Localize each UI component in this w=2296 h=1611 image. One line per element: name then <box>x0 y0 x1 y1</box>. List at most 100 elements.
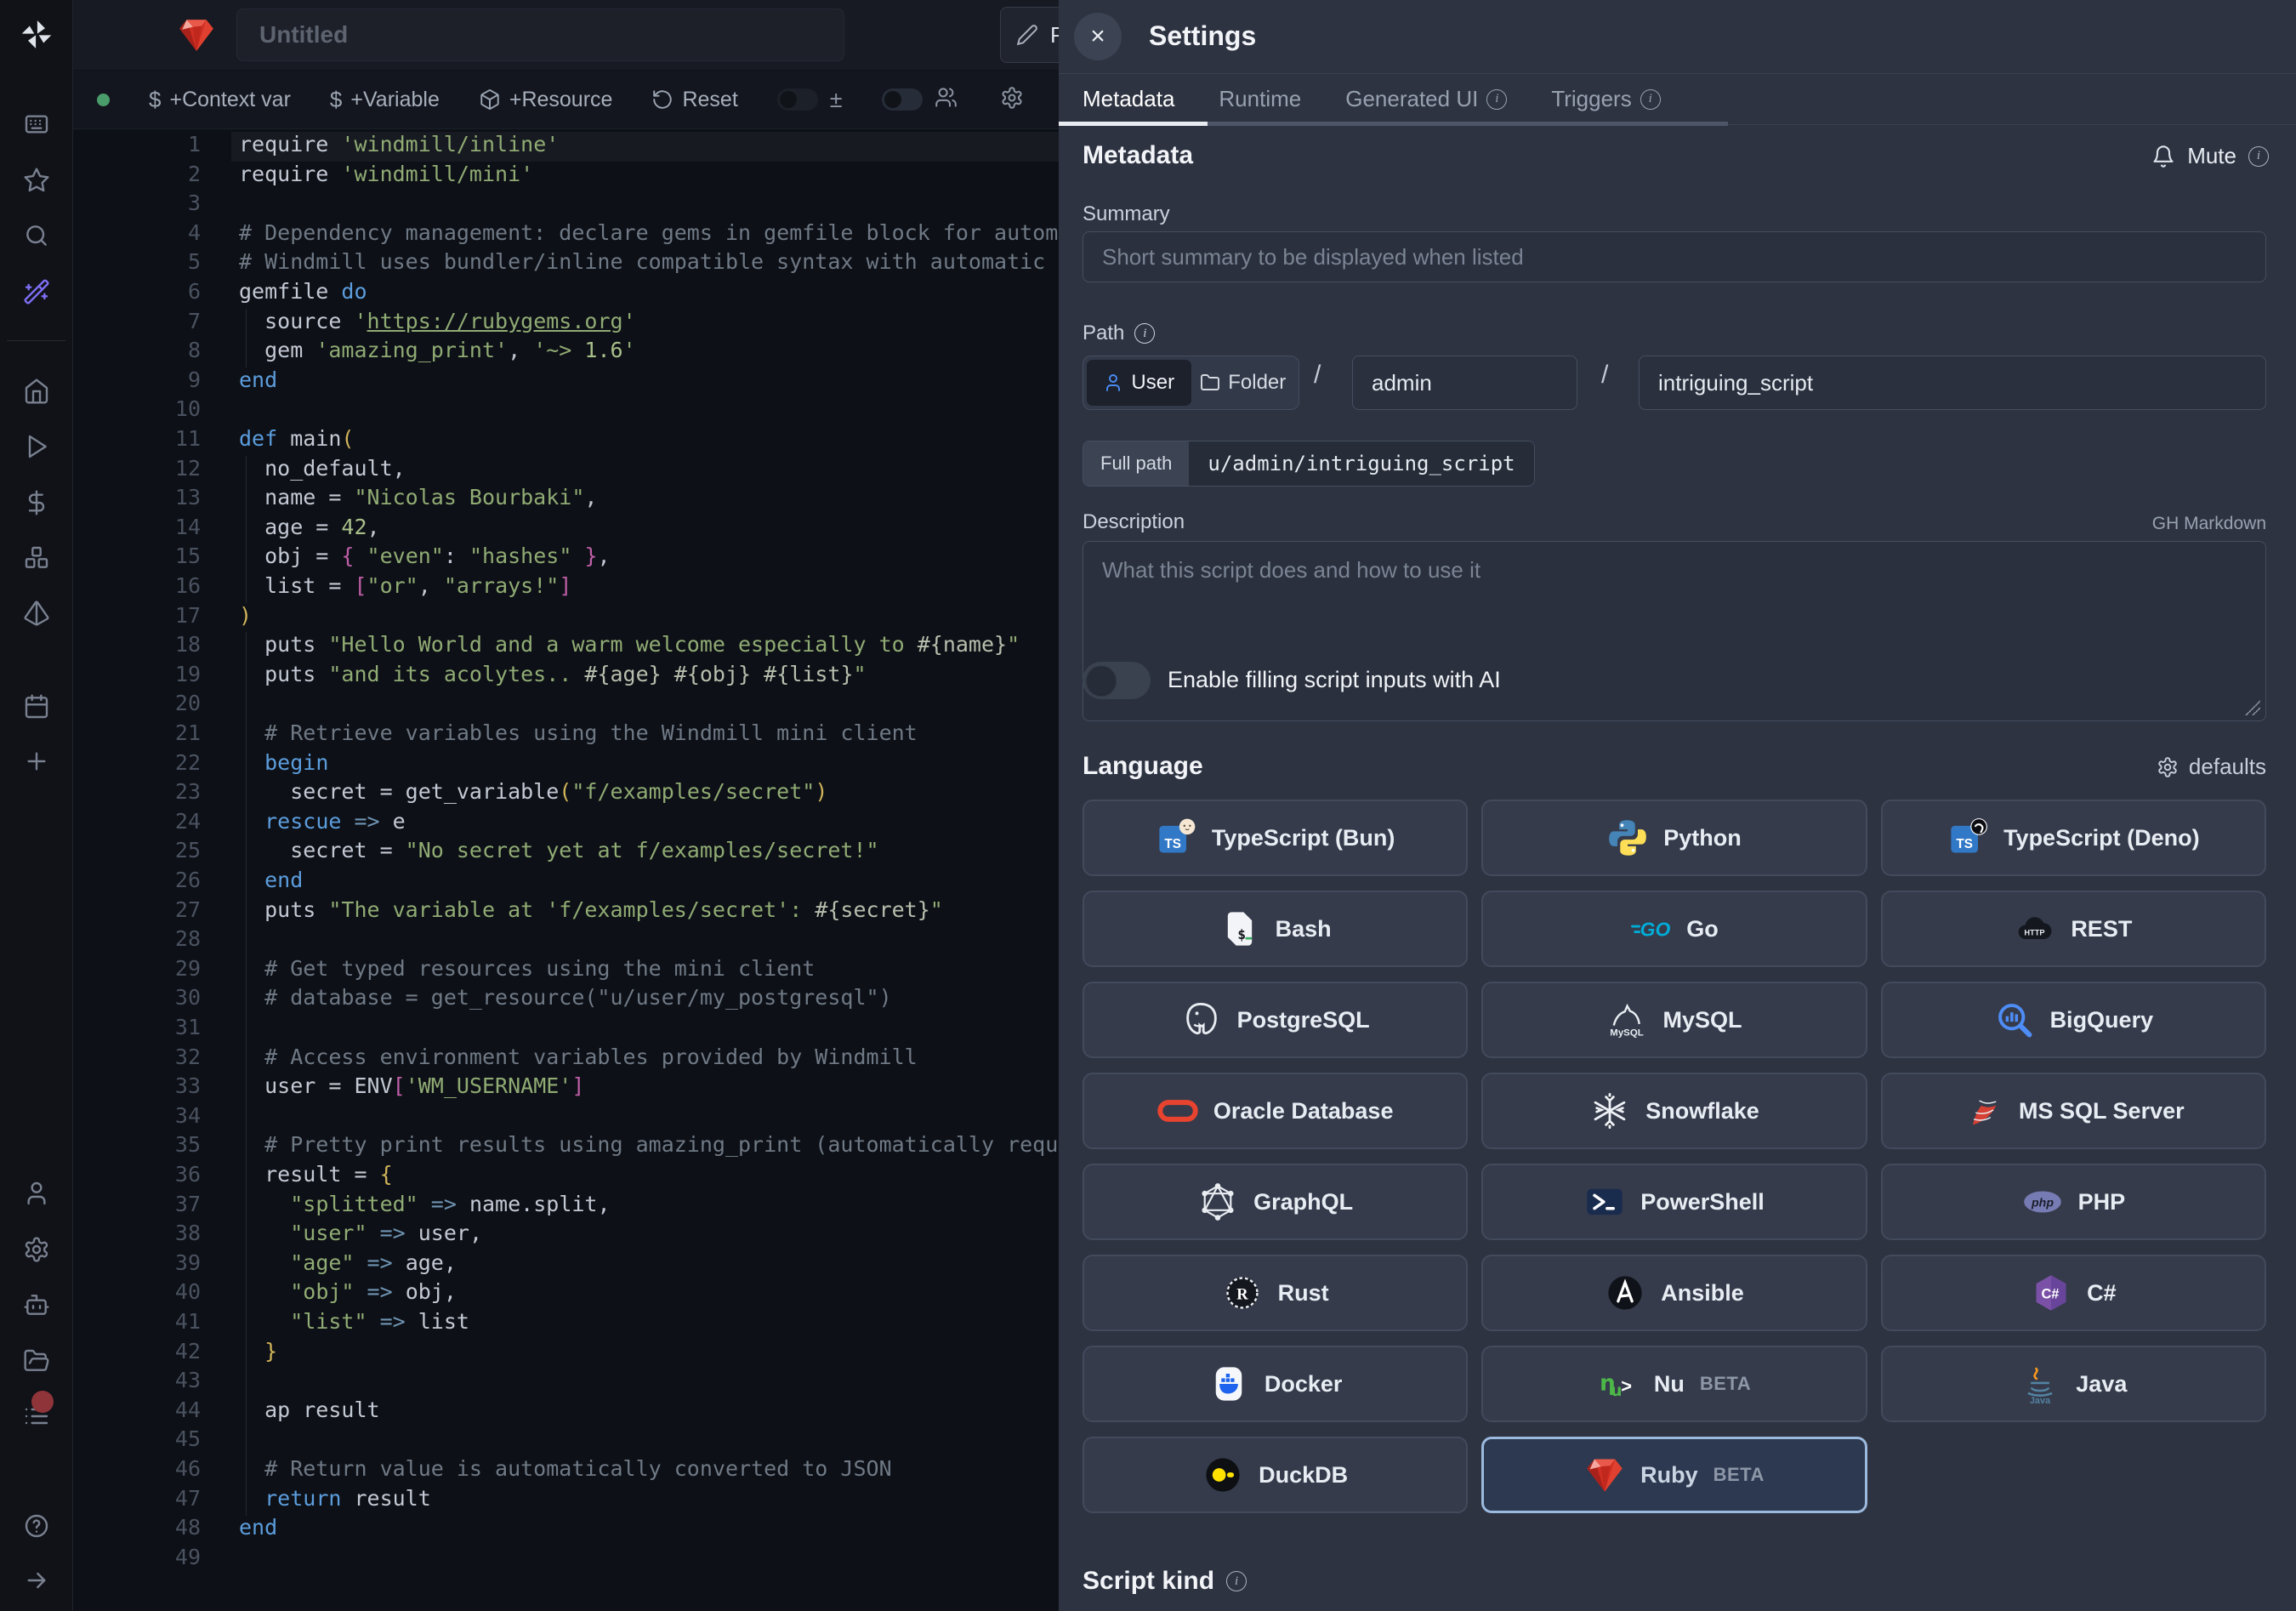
home-icon <box>23 378 50 405</box>
language-label: Python <box>1663 825 1742 851</box>
owner-kind-user[interactable]: User <box>1087 360 1191 406</box>
code-line-41: 41 "list" => list <box>73 1309 1059 1339</box>
sidebar-item-app-window[interactable] <box>18 105 55 143</box>
close-settings-button[interactable]: × <box>1074 13 1122 60</box>
sidebar-item-home[interactable] <box>18 373 55 410</box>
language-option-graphql[interactable]: GraphQL <box>1083 1164 1468 1240</box>
language-option-python[interactable]: Python <box>1481 800 1867 876</box>
sidebar-item-schedules[interactable] <box>18 688 55 726</box>
sidebar-item-triggers[interactable] <box>18 595 55 632</box>
svg-text:Java: Java <box>2030 1396 2051 1404</box>
dollar-icon <box>23 489 50 516</box>
sidebar-item-ai-bot[interactable] <box>18 1286 55 1324</box>
package-icon <box>479 88 501 111</box>
editor-toolbar: $ +Context var $ +Variable +Resource Res… <box>73 71 1059 129</box>
line-number: 36 <box>73 1162 201 1187</box>
language-option-go[interactable]: GOGo <box>1481 891 1867 967</box>
language-option-ms-sql-server[interactable]: MS SQL Server <box>1881 1073 2266 1149</box>
line-number: 39 <box>73 1250 201 1275</box>
windmill-logo[interactable] <box>20 18 54 56</box>
language-option-rust[interactable]: RRust <box>1083 1255 1468 1331</box>
line-number: 4 <box>73 220 201 245</box>
language-option-mysql[interactable]: MySQLMySQL <box>1481 982 1867 1058</box>
tab-runtime[interactable]: Runtime <box>1219 86 1301 112</box>
line-number: 2 <box>73 162 201 186</box>
language-option-typescript-bun-[interactable]: TSTypeScript (Bun) <box>1083 800 1468 876</box>
indent-guide <box>246 926 247 956</box>
sidebar-item-variables[interactable] <box>18 484 55 521</box>
language-option-powershell[interactable]: PowerShell <box>1481 1164 1867 1240</box>
add-variable-button[interactable]: $ +Variable <box>330 87 440 113</box>
sidebar-item-runs[interactable] <box>18 428 55 465</box>
language-option-ruby[interactable]: RubyBETA <box>1481 1437 1867 1513</box>
language-option-bash[interactable]: $Bash <box>1083 891 1468 967</box>
sidebar-item-workers[interactable] <box>18 1398 55 1435</box>
tab-generated-ui[interactable]: Generated UIi <box>1345 86 1507 112</box>
sidebar-item-collapse-sidebar[interactable] <box>18 1562 55 1599</box>
code-editor[interactable]: 1require 'windmill/inline'2require 'wind… <box>73 129 1059 1611</box>
add-context-var-button[interactable]: $ +Context var <box>149 87 291 113</box>
code-line-35: 35 # Pretty print results using amazing_… <box>73 1132 1059 1162</box>
ai-fill-toggle[interactable] <box>1083 662 1151 699</box>
owner-kind-folder[interactable]: Folder <box>1191 360 1296 406</box>
language-label: MS SQL Server <box>2019 1098 2185 1124</box>
wand-icon <box>23 278 50 305</box>
code-line-3: 3 <box>73 191 1059 220</box>
language-option-nu[interactable]: ηu>NuBETA <box>1481 1346 1867 1422</box>
sidebar-item-help[interactable] <box>18 1507 55 1545</box>
tab-metadata[interactable]: Metadata <box>1083 86 1174 112</box>
script-summary-input[interactable]: Untitled <box>236 9 844 61</box>
mute-button[interactable]: Mute i <box>2151 143 2269 169</box>
powershell-icon <box>1584 1181 1625 1222</box>
sidebar-item-ai-builder[interactable] <box>18 273 55 310</box>
tab-triggers[interactable]: Triggersi <box>1551 86 1660 112</box>
snowflake-icon <box>1589 1090 1630 1131</box>
language-option-snowflake[interactable]: Snowflake <box>1481 1073 1867 1149</box>
language-option-rest[interactable]: HTTPREST <box>1881 891 2266 967</box>
language-option-docker[interactable]: Docker <box>1083 1346 1468 1422</box>
language-defaults-button[interactable]: defaults <box>2157 754 2266 780</box>
code-line-47: 47 return result <box>73 1486 1059 1516</box>
language-label: Snowflake <box>1645 1098 1759 1124</box>
language-option-c-[interactable]: C#C# <box>1881 1255 2266 1331</box>
bash-icon: $ <box>1219 908 1260 949</box>
owner-input[interactable]: admin <box>1352 356 1577 410</box>
language-option-postgresql[interactable]: PostgreSQL <box>1083 982 1468 1058</box>
description-textarea[interactable]: What this script does and how to use it <box>1083 541 2266 721</box>
reset-button[interactable]: Reset <box>651 88 737 112</box>
language-option-typescript-deno-[interactable]: TSTypeScript (Deno) <box>1881 800 2266 876</box>
go-icon: GO <box>1630 908 1671 949</box>
sidebar-item-search[interactable] <box>18 217 55 254</box>
sidebar-item-account[interactable] <box>18 1175 55 1212</box>
editor-settings-gear[interactable] <box>1000 86 1024 114</box>
summary-input[interactable]: Short summary to be displayed when liste… <box>1083 231 2266 282</box>
multiplayer-toggle[interactable] <box>882 88 923 111</box>
line-number: 45 <box>73 1426 201 1451</box>
diff-toggle[interactable] <box>777 88 818 111</box>
boxes-icon <box>23 544 50 572</box>
arrow-icon <box>23 1567 50 1594</box>
sidebar-item-resources[interactable] <box>18 539 55 577</box>
language-label: PostgreSQL <box>1237 1007 1370 1033</box>
sidebar-item-folders[interactable] <box>18 1342 55 1380</box>
sidebar-item-instance-settings[interactable] <box>18 1231 55 1268</box>
language-option-bigquery[interactable]: BigQuery <box>1881 982 2266 1058</box>
language-option-php[interactable]: phpPHP <box>1881 1164 2266 1240</box>
tsbun-icon: TS <box>1156 817 1196 858</box>
language-label: Nu <box>1654 1371 1685 1398</box>
language-option-oracle-database[interactable]: Oracle Database <box>1083 1073 1468 1149</box>
sidebar-item-create[interactable] <box>18 743 55 780</box>
info-icon: i <box>1486 89 1507 110</box>
script-name-input[interactable]: intriguing_script <box>1639 356 2266 410</box>
add-resource-button[interactable]: +Resource <box>479 88 613 112</box>
line-number: 31 <box>73 1015 201 1039</box>
language-option-duckdb[interactable]: DuckDB <box>1083 1437 1468 1513</box>
sidebar-item-favorites[interactable] <box>18 162 55 199</box>
line-number: 30 <box>73 985 201 1010</box>
resize-grip[interactable] <box>2243 698 2260 715</box>
language-option-java[interactable]: JavaJava <box>1881 1346 2266 1422</box>
language-option-ansible[interactable]: Ansible <box>1481 1255 1867 1331</box>
language-label: PowerShell <box>1640 1189 1765 1215</box>
code-line-18: 18 puts "Hello World and a warm welcome … <box>73 632 1059 662</box>
code-line-22: 22 begin <box>73 750 1059 780</box>
